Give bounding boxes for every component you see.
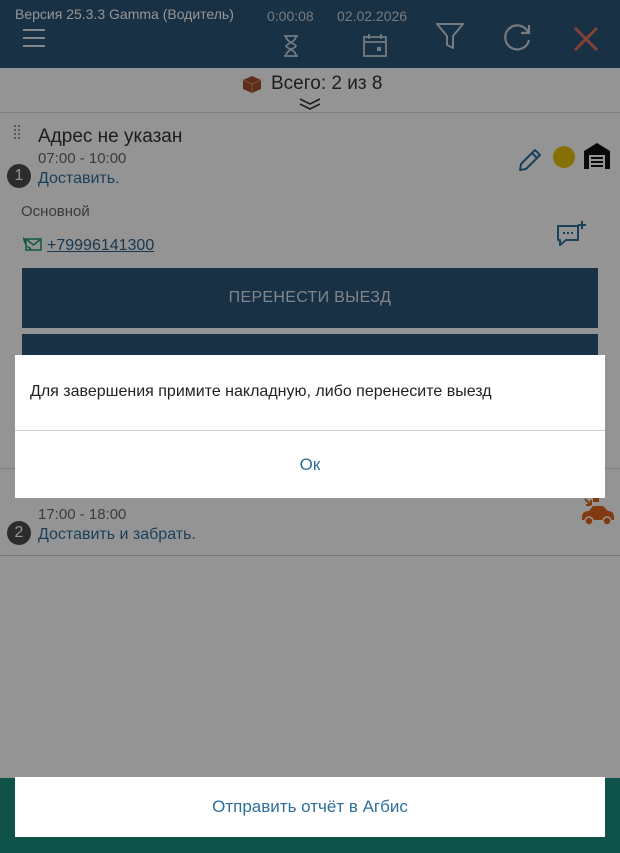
send-report-button[interactable]: Отправить отчёт в Агбис [15, 777, 605, 837]
dialog-message: Для завершения примите накладную, либо п… [30, 383, 492, 400]
ok-button[interactable]: Ок [15, 431, 605, 498]
alert-dialog: Для завершения примите накладную, либо п… [15, 355, 605, 498]
